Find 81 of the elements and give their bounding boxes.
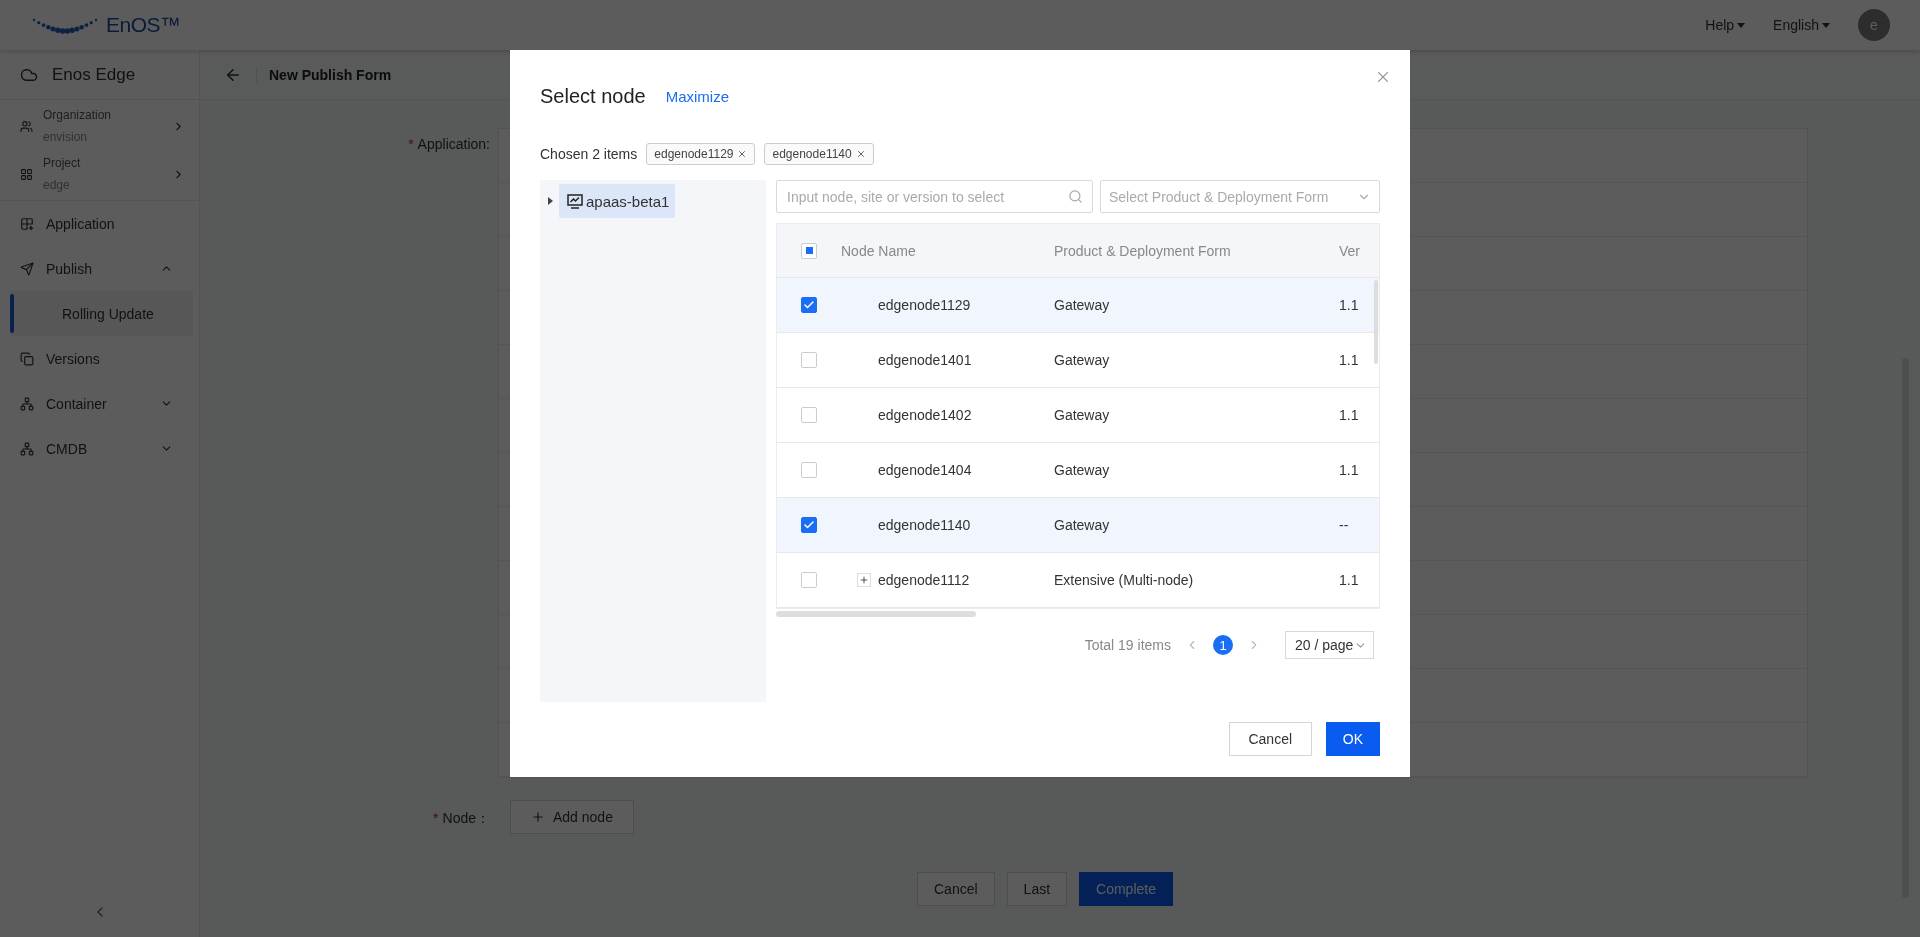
row-checkbox[interactable] [801,462,817,478]
field-label-text: Node： [442,810,490,826]
caret-icon [1822,22,1830,28]
page-number[interactable]: 1 [1213,635,1233,655]
sidebar-title: Enos Edge [52,64,136,85]
table-row[interactable]: edgenode1129 Gateway 1.1 [777,278,1379,333]
scrollbar[interactable] [776,611,976,617]
maximize-link[interactable]: Maximize [665,87,729,105]
row-checkbox[interactable] [801,407,817,423]
nav-item[interactable]: CMDB [0,426,199,471]
column-header: Ver [1339,242,1361,259]
dialog-title: Select node [540,84,646,108]
row-checkbox[interactable] [801,517,817,533]
menu-dropdown[interactable]: Help [1705,17,1746,33]
check-icon [803,299,815,311]
form-button[interactable]: Last [1006,872,1068,906]
row-checkbox[interactable] [801,352,817,368]
nav-subitem[interactable]: Rolling Update [10,291,193,336]
table-cell: edgenode1402 [878,407,972,423]
remove-icon[interactable] [737,149,748,159]
monitor-icon [567,193,583,209]
field-label-text: Application: [417,136,490,152]
table-cell-text: 1.1 [1339,462,1360,478]
search-icon [1068,189,1083,204]
search-field[interactable]: Input node, site or version to select [776,180,1093,213]
table-cell-text: Gateway [1054,462,1111,478]
table-cell-text: Gateway [1054,517,1111,533]
table-cell-text: Gateway [1054,352,1111,368]
nav-item[interactable]: Container [0,381,199,426]
product-select[interactable]: Select Product & Deployment Form [1100,180,1380,213]
row-checkbox[interactable] [801,572,817,588]
table-cell: edgenode1404 [878,462,972,478]
required-mark: * [408,136,414,152]
table-cell-text: Gateway [1054,407,1111,423]
form-button[interactable]: Complete [1079,872,1173,906]
chosen-tag[interactable]: edgenode1129 [646,143,756,165]
chosen-count: Chosen 2 items [540,146,638,162]
expand-icon[interactable] [857,573,871,587]
table-cell-text: Gateway [1054,297,1111,313]
dialog-button[interactable]: OK [1325,722,1380,756]
required-mark: * [433,810,439,826]
table-row[interactable]: edgenode1140 Gateway -- [777,498,1379,553]
row-checkbox[interactable] [801,297,817,313]
logo-text: EnOS™ [106,13,181,37]
nav-item[interactable]: Publish [0,246,199,291]
nav-icon [20,441,34,456]
form-button[interactable]: Cancel [917,872,995,906]
users-icon [20,119,33,133]
menu-dropdown[interactable]: English [1773,17,1830,33]
table-cell-text: 1.1 [1339,352,1360,368]
nav-item[interactable]: Versions [0,336,199,381]
add-node-button[interactable]: Add node [510,800,634,834]
nav-item[interactable]: Application [0,201,199,246]
table-cell-text: 1.1 [1339,572,1360,588]
table-cell-text: 1.1 [1339,297,1360,313]
table-cell-text: 1.1 [1339,407,1360,423]
table-cell-text: Extensive (Multi-node) [1054,572,1195,588]
tree-node[interactable]: apaas-beta1 [559,184,676,218]
chosen-tag[interactable]: edgenode1140 [764,143,874,165]
nav-icon [20,351,34,366]
table-cell: edgenode1112 [878,572,970,588]
table-cell: edgenode1401 [878,352,972,368]
nav-icon [20,261,34,276]
check-icon [803,519,815,531]
grid-icon [20,167,33,181]
column-header: Product & Deployment Form [1054,242,1232,259]
caret-right-icon[interactable] [548,197,553,205]
table-cell-text: -- [1339,517,1350,533]
dialog-button[interactable]: Cancel [1228,722,1312,756]
nav-icon [20,216,34,231]
select-all-checkbox[interactable] [801,242,817,259]
column-header: Node Name [841,242,917,259]
plus-icon [531,810,545,824]
caret-icon [1737,22,1746,28]
table-cell: edgenode1140 [878,517,971,533]
page-size-select[interactable]: 20 / page [1285,631,1374,659]
page-title: New Publish Form [256,66,392,83]
remove-icon[interactable] [855,149,866,159]
table-cell: edgenode1129 [878,297,971,313]
nav-icon [20,396,34,411]
total-count: Total 19 items [1084,637,1171,653]
